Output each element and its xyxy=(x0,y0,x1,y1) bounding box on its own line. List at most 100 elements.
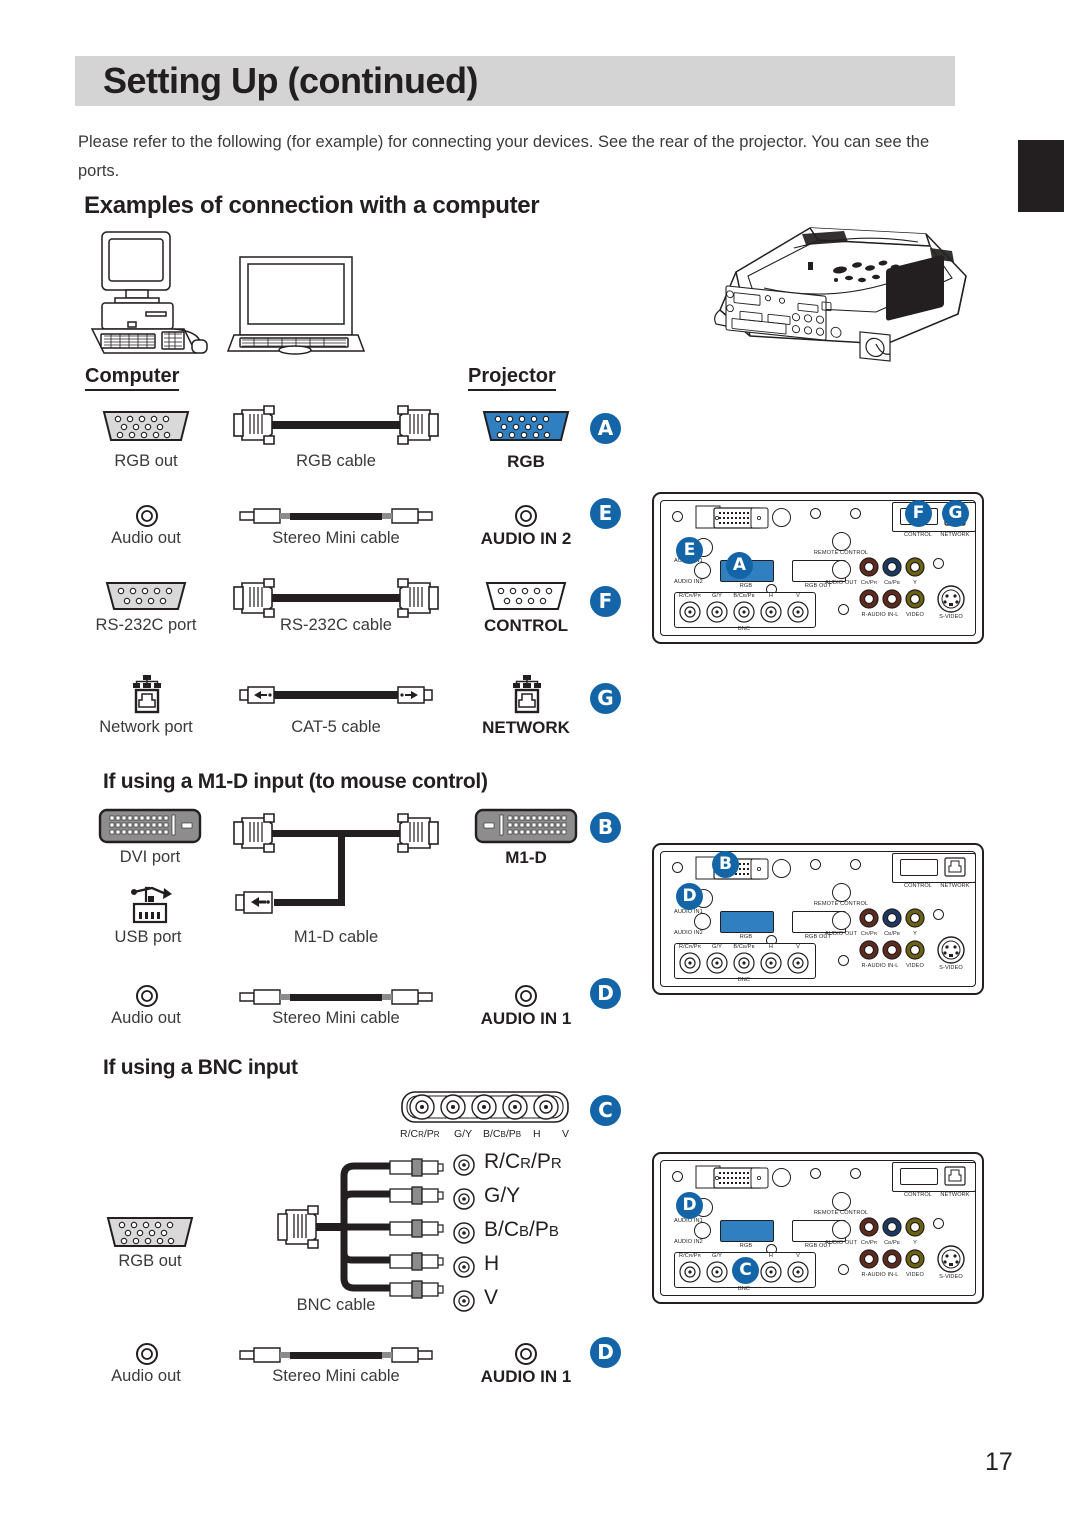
panel2-label-y: Y xyxy=(913,931,917,937)
panel2-label-s-video: S-VIDEO xyxy=(939,965,963,971)
label-source-2: RS-232C port xyxy=(95,616,197,634)
rear-panel-diagram-2: AUDIO IN1 AUDIO IN2 RGB RGB OUT REMOTE C… xyxy=(652,843,984,995)
panel3-label-network: NETWORK xyxy=(940,1192,970,1198)
bnc-jacks-row-p2 xyxy=(678,951,810,975)
panel2-label-r-audio-in-l: R-AUDIO IN-L xyxy=(861,963,899,969)
badge-a: A xyxy=(590,413,621,444)
vga-female-connector-icon xyxy=(100,406,192,446)
label-bnc-audio-dest: AUDIO IN 1 xyxy=(480,1367,572,1386)
network-jack-p2 xyxy=(944,857,966,877)
badge-f: F xyxy=(590,586,621,617)
s-video-port-2 xyxy=(936,935,966,965)
stereo-mini-cable-bnc xyxy=(238,1344,434,1366)
panel3-label-video: VIDEO xyxy=(906,1272,924,1278)
network-jack-p3 xyxy=(944,1166,966,1186)
panel1-label-r-audio-in-l: R-AUDIO IN-L xyxy=(861,612,899,618)
panel1-badge-a: A xyxy=(726,552,753,579)
label-bnc-audio-cable: Stereo Mini cable xyxy=(272,1367,400,1385)
label-m1d-dest: M1-D xyxy=(505,848,547,867)
m1d-port-p1 xyxy=(695,505,769,532)
panel3-label-rgb: RGB xyxy=(739,1243,753,1249)
projector-illustration xyxy=(690,218,980,368)
panel3-label-audio-in2: AUDIO IN2 xyxy=(674,1239,703,1245)
label-cable-0: RGB cable xyxy=(296,452,376,470)
label-source-3: Network port xyxy=(99,718,193,736)
rear-panel-diagram-1: AUDIO IN1 AUDIO IN2 RGB RGB OUT REMOTE C… xyxy=(652,492,984,644)
panel1-label-audio-in2: AUDIO IN2 xyxy=(674,579,703,585)
panel1-label-rgb: RGB xyxy=(739,583,753,589)
audio-out-jack-m1d xyxy=(134,983,160,1009)
panel2-badge-d: D xyxy=(676,883,703,910)
av-jacks-row-2 xyxy=(858,939,928,961)
label-dest-0: RGB xyxy=(507,452,545,471)
page-title: Setting Up (continued) xyxy=(103,60,478,101)
rs232c-cable-icon xyxy=(232,575,440,621)
m1d-port-p3 xyxy=(695,1165,769,1192)
label-cable-1: Stereo Mini cable xyxy=(272,529,400,547)
page-number: 17 xyxy=(985,1448,1013,1476)
section-title-bnc: If using a BNC input xyxy=(103,1056,298,1079)
label-dest-1: AUDIO IN 2 xyxy=(480,529,572,548)
computer-illustration xyxy=(88,228,366,363)
panel2-label-rgb: RGB xyxy=(739,934,753,940)
label-source-0: RGB out xyxy=(114,452,178,470)
panel1-label-network: NETWORK xyxy=(940,532,970,538)
badge-g: G xyxy=(590,683,621,714)
column-header-projector: Projector xyxy=(468,365,556,391)
bnc-block-icon xyxy=(400,1090,570,1124)
audio-jack-icon xyxy=(134,503,160,529)
panel3-label-bnc: BNC xyxy=(737,1286,751,1292)
m1d-cable-icon xyxy=(232,806,440,924)
badge-c: C xyxy=(590,1095,621,1126)
badge-b: B xyxy=(590,812,621,843)
badge-e: E xyxy=(590,498,621,529)
panel1-badge-e: E xyxy=(676,537,703,564)
panel1-label-audio-out: AUDIO OUT xyxy=(825,580,857,586)
panel2-label-bnc: BNC xyxy=(737,977,751,983)
label-bnc-source: RGB out xyxy=(118,1252,182,1270)
intro-text: Please refer to the following (for examp… xyxy=(78,133,930,180)
rs232c-connector-icon xyxy=(104,578,188,616)
label-dest-2: CONTROL xyxy=(483,616,569,635)
side-tab-marker xyxy=(1018,140,1064,212)
panel2-label-network: NETWORK xyxy=(940,883,970,889)
av-jacks-row-3 xyxy=(858,1248,928,1270)
bnc-jacks-row-p1 xyxy=(678,600,810,624)
label-dvi-port: DVI port xyxy=(119,848,181,866)
s-video-port-1 xyxy=(936,584,966,614)
network-port-icon xyxy=(131,674,163,714)
label-cable-2: RS-232C cable xyxy=(280,616,392,634)
label-bnc-cable: BNC cable xyxy=(296,1296,376,1314)
label-usb-port: USB port xyxy=(114,928,182,946)
bnc-breakout-cable-icon xyxy=(240,1152,450,1302)
panel3-label-control: CONTROL xyxy=(903,1192,933,1198)
panel1-badge-g: G xyxy=(942,500,969,527)
stereo-mini-cable-icon xyxy=(238,505,434,527)
stereo-mini-cable-m1d xyxy=(238,986,434,1008)
label-m1d-cable: M1-D cable xyxy=(293,928,379,946)
label-m1d-audio-dest: AUDIO IN 1 xyxy=(480,1009,572,1028)
panel1-label-s-video: S-VIDEO xyxy=(939,614,963,620)
m1d-port-icon xyxy=(474,808,578,844)
audio-in-2-port-icon xyxy=(513,503,539,529)
dvi-port-icon xyxy=(98,808,202,844)
label-bnc-audio-source: Audio out xyxy=(111,1367,181,1385)
component-jacks-row-2 xyxy=(858,907,928,929)
panel2-badge-b: B xyxy=(712,851,739,878)
rear-panel-diagram-3: AUDIO IN1 AUDIO IN2 RGB RGB OUT REMOTE C… xyxy=(652,1152,984,1304)
panel2-label-audio-out: AUDIO OUT xyxy=(825,931,857,937)
component-jacks-row-1 xyxy=(858,556,928,578)
label-cable-3: CAT-5 cable xyxy=(291,718,381,736)
panel1-label-control: CONTROL xyxy=(903,532,933,538)
section-title-m1d: If using a M1-D input (to mouse control) xyxy=(103,770,488,793)
badge-d-bnc: D xyxy=(590,1337,621,1368)
s-video-port-3 xyxy=(936,1244,966,1274)
badge-d-m1d: D xyxy=(590,978,621,1009)
panel1-label-video: VIDEO xyxy=(906,612,924,618)
label-source-1: Audio out xyxy=(111,529,181,547)
audio-out-jack-bnc xyxy=(134,1341,160,1367)
rgb-cable-icon xyxy=(232,402,440,448)
audio-in-1-port-m1d xyxy=(513,983,539,1009)
rgb-out-connector-bnc xyxy=(104,1212,196,1252)
panel3-label-audio-out: AUDIO OUT xyxy=(825,1240,857,1246)
